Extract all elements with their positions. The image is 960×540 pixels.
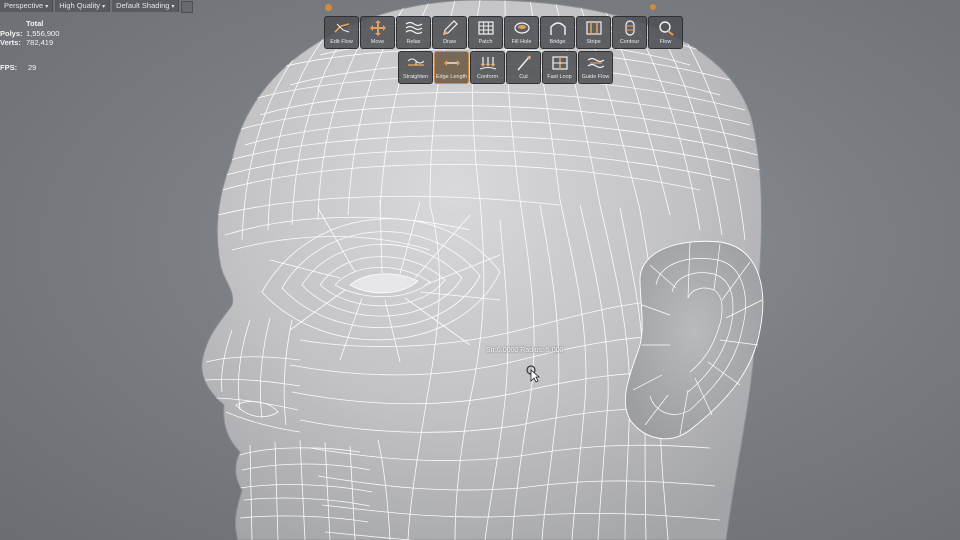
contour-icon xyxy=(621,20,639,36)
edit-flow-icon xyxy=(333,20,351,36)
fps-value: 29 xyxy=(28,62,37,72)
brush-cursor-icon xyxy=(526,365,540,383)
tool-straighten-button[interactable]: Straighten xyxy=(398,51,433,84)
tool-label: Contour xyxy=(619,39,640,45)
quality-dropdown[interactable]: High Quality ▾ xyxy=(55,0,111,12)
tool-conform-button[interactable]: Conform xyxy=(470,51,505,84)
tool-label: Straighten xyxy=(402,74,429,80)
tool-fast-loop-button[interactable]: Fast Loop xyxy=(542,51,577,84)
stripe-icon xyxy=(585,20,603,36)
relax-icon xyxy=(405,20,423,36)
cut-icon xyxy=(515,55,533,71)
tool-label: Cut xyxy=(519,74,528,80)
tool-bridge-button[interactable]: Bridge xyxy=(540,16,575,49)
viewport-menu: Perspective ▾ High Quality ▾ Default Shadi… xyxy=(0,0,194,13)
tool-fill-hole-button[interactable]: Fill Hole xyxy=(504,16,539,49)
patch-grid-icon xyxy=(477,20,495,36)
tool-label: Relax xyxy=(406,39,421,45)
tool-patch-button[interactable]: Patch xyxy=(468,16,503,49)
polys-value: 1,556,900 xyxy=(26,28,60,38)
move-icon xyxy=(369,20,387,36)
toolbar-row-2: Straighten Edge Length Conform Cut Fast Loop… xyxy=(398,51,613,84)
fps-label: FPS: xyxy=(0,62,18,72)
tool-label: Edge Length xyxy=(435,74,468,80)
tool-cut-button[interactable]: Cut xyxy=(506,51,541,84)
tool-draw-button[interactable]: Draw xyxy=(432,16,467,49)
pencil-icon xyxy=(441,20,459,36)
polys-label: Polys: xyxy=(0,28,23,38)
edge-length-icon xyxy=(443,55,461,71)
tool-label: Fill Hole xyxy=(511,39,532,45)
flow-icon xyxy=(657,20,675,36)
tool-contour-button[interactable]: Contour xyxy=(612,16,647,49)
scene-stats: Total Polys: 1,556,900 Verts: 782,419 FPS:… xyxy=(0,19,59,72)
tool-label: Edit Flow xyxy=(330,39,353,45)
tool-edge-length-button[interactable]: Edge Length xyxy=(434,51,469,84)
fast-loop-icon xyxy=(551,55,569,71)
tool-label: Guide Flow xyxy=(581,74,610,80)
tool-label: Conform xyxy=(476,74,499,80)
tool-guide-flow-button[interactable]: Guide Flow xyxy=(578,51,613,84)
3d-viewport[interactable]: Perspective ▾ High Quality ▾ Default Shadi… xyxy=(0,0,960,540)
options-icon xyxy=(650,4,656,10)
tool-label: Move xyxy=(370,39,385,45)
verts-value: 782,419 xyxy=(26,38,54,47)
tool-stripe-button[interactable]: Stripe xyxy=(576,16,611,49)
tool-label: Draw xyxy=(443,39,456,45)
toolbar-options-indicator[interactable] xyxy=(650,4,658,11)
fill-hole-icon xyxy=(513,20,531,36)
bridge-icon xyxy=(549,20,567,36)
tool-label: Stripe xyxy=(586,39,601,45)
brush-readout: Str:0.0000 Radius: 5.000 xyxy=(486,347,564,354)
tool-flow-button[interactable]: Flow xyxy=(648,16,683,49)
guide-flow-icon xyxy=(587,55,605,71)
tool-label: Patch xyxy=(478,39,493,45)
camera-dropdown[interactable]: Perspective ▾ xyxy=(0,0,54,12)
tool-edit-flow-button[interactable]: Edit Flow xyxy=(324,16,359,49)
tool-label: Bridge xyxy=(549,39,566,45)
verts-label: Verts: xyxy=(0,38,21,47)
conform-icon xyxy=(479,55,497,71)
tool-relax-button[interactable]: Relax xyxy=(396,16,431,49)
toolbar-row-1: Edit Flow Move Relax Draw Patch Fill Hole Brid… xyxy=(324,16,683,49)
toolbar-logo xyxy=(325,3,334,12)
stats-header: Total xyxy=(26,19,44,28)
straighten-icon xyxy=(407,55,425,71)
shading-dropdown[interactable]: Default Shading ▾ xyxy=(112,0,180,12)
viewport-options-icon[interactable] xyxy=(181,1,194,13)
tool-move-button[interactable]: Move xyxy=(360,16,395,49)
logo-icon xyxy=(325,4,332,11)
tool-label: Fast Loop xyxy=(547,74,572,80)
tool-label: Flow xyxy=(659,39,672,45)
